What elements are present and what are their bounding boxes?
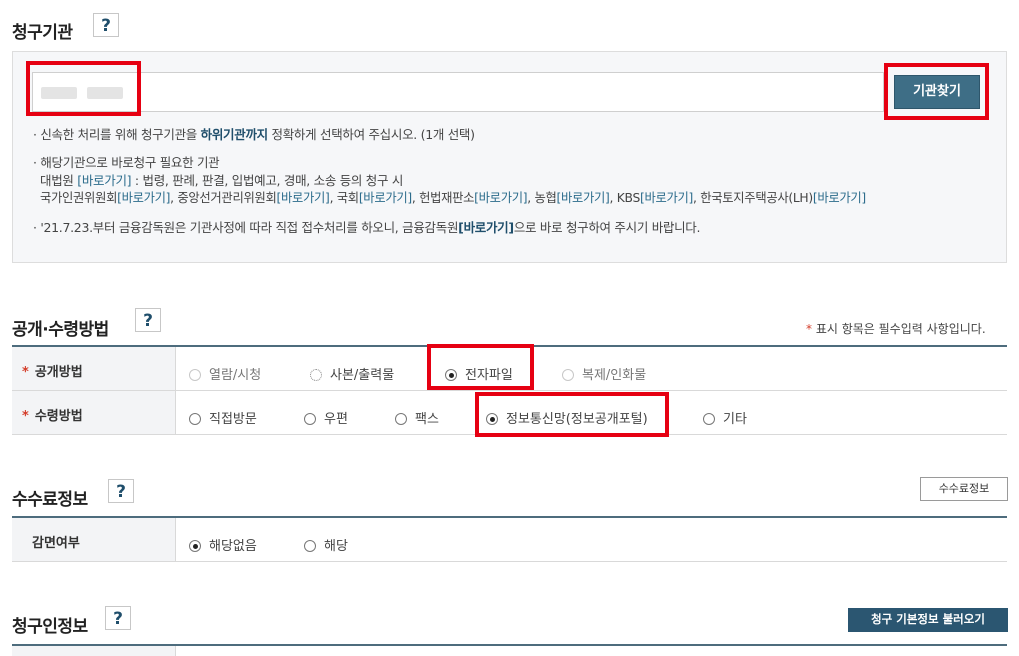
agency-note-2-title: · 해당기관으로 바로청구 필요한 기관 <box>33 155 220 170</box>
subagency-emphasis: 하위기관까지 <box>200 127 269 142</box>
claimant-table <box>12 644 1007 656</box>
radio-icon <box>304 413 316 425</box>
receipt-option-visit[interactable]: 직접방문 <box>189 408 257 427</box>
radio-icon <box>189 413 201 425</box>
method-section-title: 공개·수령방법 <box>12 320 109 340</box>
fss-link[interactable]: [바로가기] <box>458 220 514 235</box>
exempt-row: 감면여부 해당없음 해당 <box>12 518 1007 562</box>
exempt-label: 감면여부 <box>12 518 176 561</box>
agency-section-title: 청구기관 <box>12 23 73 43</box>
agency-note-2-links: 국가인권위원회[바로가기], 중앙선거관리위원회[바로가기], 국회[바로가기]… <box>40 191 866 205</box>
agency-help-button[interactable]: ? <box>93 13 119 37</box>
find-agency-highlight <box>884 63 989 120</box>
electronic-file-highlight <box>427 344 534 390</box>
exempt-option-applicable[interactable]: 해당 <box>304 535 348 554</box>
claimant-section-title: 청구인정보 <box>12 617 88 637</box>
receipt-label: * 수령방법 <box>12 391 176 434</box>
online-portal-highlight <box>475 392 669 437</box>
receipt-option-other[interactable]: 기타 <box>703 408 747 427</box>
assembly-link[interactable]: [바로가기] <box>359 191 412 205</box>
agency-note-2-supreme-court: 대법원 [바로가기] : 법령, 판례, 판결, 입법예고, 경매, 소송 등의… <box>40 173 404 188</box>
disclosure-option-copy[interactable]: 사본/출력물 <box>310 364 394 383</box>
agency-note-3: · '21.7.23.부터 금융감독원은 기관사정에 따라 직접 접수처리를 하… <box>33 220 701 235</box>
constitutional-court-link[interactable]: [바로가기] <box>474 191 527 205</box>
fee-help-button[interactable]: ? <box>108 479 134 503</box>
radio-icon <box>703 413 715 425</box>
disclosure-option-view[interactable]: 열람/시청 <box>189 364 261 383</box>
nh-link[interactable]: [바로가기] <box>556 191 609 205</box>
radio-icon <box>395 413 407 425</box>
radio-icon <box>189 369 201 381</box>
supreme-court-link[interactable]: [바로가기] <box>77 173 131 188</box>
disclosure-label: * 공개방법 <box>12 347 176 390</box>
exempt-option-none[interactable]: 해당없음 <box>189 535 257 554</box>
claimant-help-button[interactable]: ? <box>105 606 131 630</box>
nec-link[interactable]: [바로가기] <box>277 191 330 205</box>
radio-icon <box>304 540 316 552</box>
method-help-button[interactable]: ? <box>135 308 161 332</box>
radio-icon <box>562 369 574 381</box>
load-claimant-info-button[interactable]: 청구 기본정보 불러오기 <box>848 608 1008 632</box>
fee-info-button[interactable]: 수수료정보 <box>920 477 1008 501</box>
agency-input[interactable] <box>32 72 884 112</box>
required-note: * 표시 항목은 필수입력 사항입니다. <box>806 322 986 336</box>
fee-section-title: 수수료정보 <box>12 490 88 510</box>
nhrc-link[interactable]: [바로가기] <box>117 191 170 205</box>
lh-link[interactable]: [바로가기] <box>813 191 866 205</box>
radio-icon <box>310 369 322 381</box>
kbs-link[interactable]: [바로가기] <box>640 191 693 205</box>
claimant-table-header-cell <box>12 646 176 656</box>
receipt-option-mail[interactable]: 우편 <box>304 408 348 427</box>
agency-input-highlight <box>26 61 141 116</box>
radio-selected-icon <box>189 540 201 552</box>
agency-note-1: · 신속한 처리를 위해 청구기관을 하위기관까지 정확하게 선택하여 주십시오… <box>33 127 475 142</box>
fee-table: 감면여부 해당없음 해당 <box>12 516 1007 562</box>
disclosure-option-replica[interactable]: 복제/인화물 <box>562 364 646 383</box>
receipt-option-fax[interactable]: 팩스 <box>395 408 439 427</box>
